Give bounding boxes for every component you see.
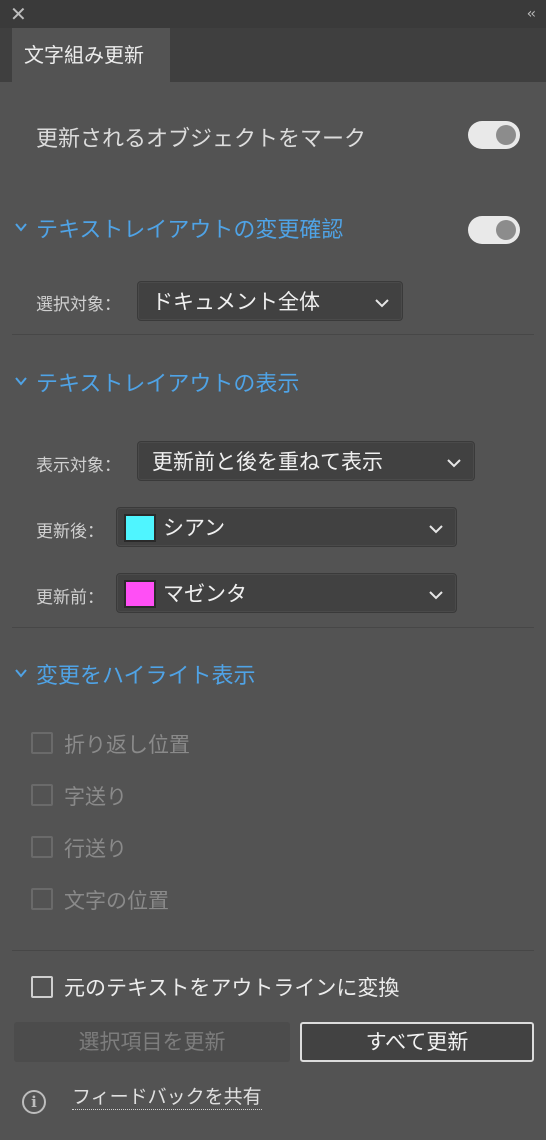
update-selected-button[interactable]: 選択項目を更新 (14, 1022, 290, 1062)
collapse-panel-icon[interactable]: ‹‹ (527, 4, 536, 24)
divider (12, 627, 534, 628)
info-icon: i (22, 1090, 46, 1114)
chevron-down-icon (428, 521, 444, 535)
section-title-layout-check[interactable]: テキストレイアウトの変更確認 (36, 212, 343, 244)
selection-target-dropdown[interactable]: ドキュメント全体 (137, 281, 403, 321)
checkbox-wrap-position[interactable] (31, 732, 53, 754)
chevron-down-icon[interactable] (14, 374, 28, 388)
tab-text-reflow-update[interactable]: 文字組み更新 (12, 28, 170, 82)
chevron-down-icon[interactable] (14, 666, 28, 680)
checkbox-label: 行送り (64, 837, 127, 861)
checkbox-label: 字送り (64, 785, 127, 809)
toggle-knob (496, 220, 516, 240)
checkbox-label: 折り返し位置 (64, 733, 190, 757)
checkbox-convert-outline[interactable] (31, 976, 53, 998)
divider (12, 950, 534, 951)
chevron-down-icon[interactable] (14, 220, 28, 234)
mark-updated-toggle[interactable] (468, 121, 520, 149)
magenta-swatch (124, 580, 156, 608)
chevron-down-icon (446, 455, 462, 469)
convert-outline-label: 元のテキストをアウトラインに変換 (64, 976, 400, 1000)
cyan-swatch (124, 514, 156, 542)
mark-updated-label: 更新されるオブジェクトをマーク (36, 127, 367, 152)
update-all-button[interactable]: すべて更新 (300, 1022, 534, 1062)
checkbox-leading[interactable] (31, 836, 53, 858)
checkbox-char-position[interactable] (31, 888, 53, 910)
after-color-value: シアン (163, 516, 226, 540)
share-feedback-link[interactable]: フィードバックを共有 (72, 1085, 262, 1110)
checkbox-tracking[interactable] (31, 784, 53, 806)
section-title-highlight[interactable]: 変更をハイライト表示 (36, 658, 256, 690)
section-title-layout-display[interactable]: テキストレイアウトの表示 (36, 366, 299, 398)
close-icon[interactable]: ✕ (10, 4, 30, 24)
display-target-dropdown[interactable]: 更新前と後を重ねて表示 (137, 441, 475, 481)
toggle-knob (496, 125, 516, 145)
display-target-value: 更新前と後を重ねて表示 (152, 450, 383, 474)
after-color-label: 更新後： (36, 522, 104, 542)
divider (12, 334, 534, 335)
chevron-down-icon (374, 295, 390, 309)
selection-target-label: 選択対象： (36, 295, 121, 315)
panel-title-bar (0, 0, 546, 28)
before-color-label: 更新前： (36, 588, 104, 608)
selection-target-value: ドキュメント全体 (152, 290, 320, 314)
checkbox-label: 文字の位置 (64, 889, 169, 913)
after-color-dropdown[interactable]: シアン (116, 507, 457, 547)
before-color-value: マゼンタ (163, 582, 247, 606)
before-color-dropdown[interactable]: マゼンタ (116, 573, 457, 613)
chevron-down-icon (428, 587, 444, 601)
display-target-label: 表示対象： (36, 456, 121, 476)
layout-check-toggle[interactable] (468, 216, 520, 244)
